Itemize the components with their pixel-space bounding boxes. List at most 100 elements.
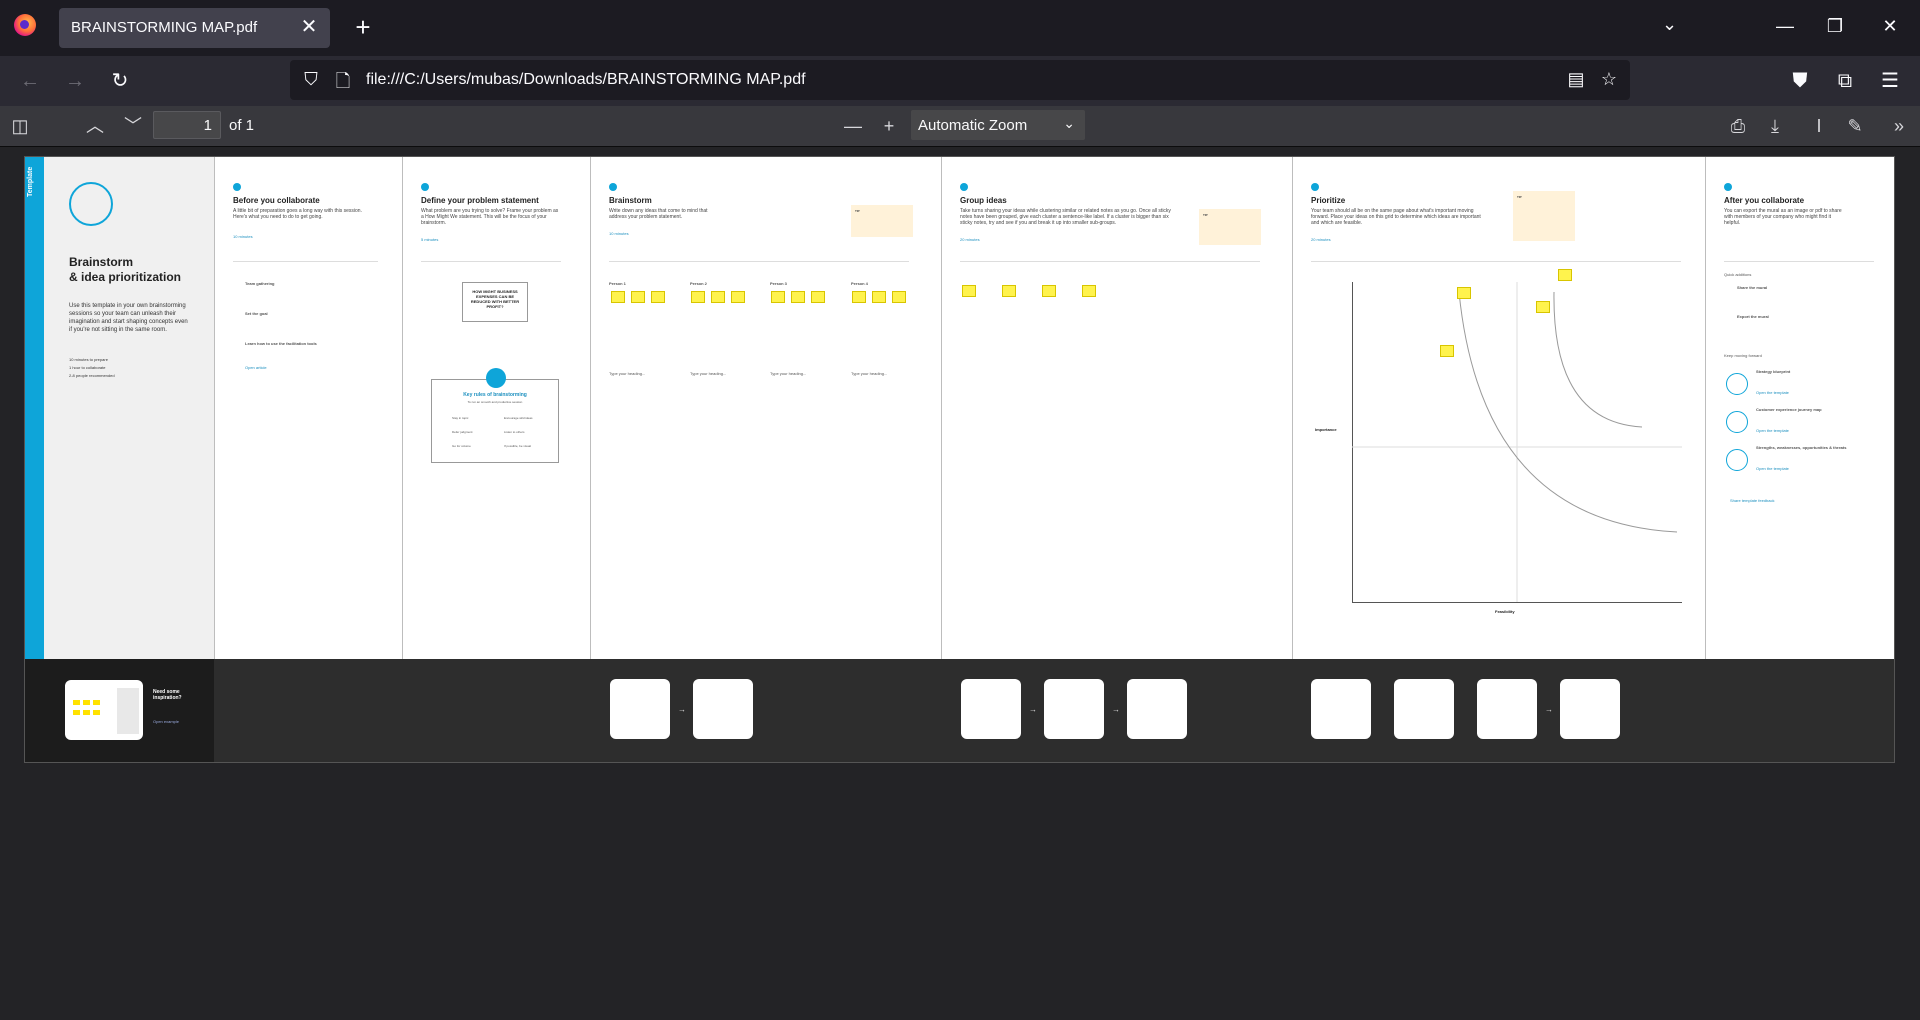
open-template-link[interactable]: Open the template [1756, 466, 1789, 471]
extensions-icon[interactable]: ⧉ [1831, 68, 1859, 94]
sticky-note [1042, 285, 1056, 297]
heading-placeholder: Type your heading... [770, 371, 807, 376]
template-icon [1726, 411, 1748, 433]
brain-icon [486, 368, 506, 388]
draw-pen-icon[interactable]: ✎ [1842, 114, 1868, 138]
importance-label: Importance [1315, 427, 1337, 432]
step-thumbnail [1311, 679, 1371, 739]
back-icon[interactable]: ← [16, 68, 44, 94]
section-title: Brainstorm [609, 196, 652, 205]
step-thumbnail [1044, 679, 1104, 739]
heading-placeholder: Type your heading... [851, 371, 888, 376]
sticky-note [651, 291, 665, 303]
url-text[interactable]: file:///C:/Users/mubas/Downloads/BRAINST… [366, 71, 806, 89]
print-icon[interactable]: ⎙ [1725, 114, 1751, 138]
section-time: 10 minutes [609, 231, 629, 236]
minimize-button[interactable]: — [1765, 12, 1805, 40]
intro-meta-prep: 10 minutes to prepare [69, 357, 108, 362]
template-icon [1726, 449, 1748, 471]
reader-view-icon[interactable]: ▤ [1565, 69, 1587, 90]
zoom-in-icon[interactable]: + [876, 114, 902, 138]
separator [1311, 261, 1681, 262]
priority-curves [1352, 282, 1682, 602]
sticky-note [1002, 285, 1016, 297]
sticky-note [1082, 285, 1096, 297]
arrow-right-icon: → [1545, 705, 1553, 714]
save-icon[interactable]: ⤓ [1762, 114, 1788, 138]
section-description: Your team should all be on the same page… [1311, 208, 1481, 226]
person-label: Person 1 [609, 281, 626, 286]
intro-title: Brainstorm & idea prioritization [69, 255, 199, 285]
tip-label: TIP [855, 209, 860, 213]
tools-overflow-icon[interactable]: » [1886, 114, 1912, 138]
step-thumbnail [1560, 679, 1620, 739]
step-label: Set the goal [245, 311, 268, 316]
step-number-icon [1311, 183, 1319, 191]
shield-icon[interactable]: ⛉ [300, 69, 322, 90]
section-description: You can export the mural as an image or … [1724, 208, 1842, 226]
arrow-right-icon: → [678, 705, 686, 714]
intro-description: Use this template in your own brainstorm… [69, 303, 188, 333]
file-icon: 🗋 [335, 71, 351, 91]
page-number-input[interactable]: 1 [153, 111, 221, 139]
section-title: After you collaborate [1724, 196, 1805, 205]
zoom-select[interactable]: Automatic Zoom ⌄ [911, 110, 1085, 140]
sticky-note [611, 291, 625, 303]
menu-icon[interactable]: ☰ [1876, 68, 1904, 94]
template-item: Customer experience journey map [1756, 407, 1822, 412]
person-label: Person 3 [770, 281, 787, 286]
keep-moving-label: Keep moving forward [1724, 353, 1762, 358]
tip-box: TIP [1513, 191, 1575, 241]
step-label: Team gathering [245, 281, 275, 286]
open-article-link[interactable]: Open article [245, 365, 267, 370]
address-bar[interactable]: ⛉ 🗋 file:///C:/Users/mubas/Downloads/BRA… [290, 60, 1630, 100]
accent-strip: Template [25, 157, 44, 659]
firefox-logo-icon [14, 14, 36, 36]
open-template-link[interactable]: Open the template [1756, 390, 1789, 395]
tip-box: TIP [1199, 209, 1261, 245]
previous-page-icon[interactable]: ︿ [82, 114, 108, 138]
rule-item: Go for volume [452, 444, 471, 448]
section-time: 5 minutes [421, 237, 439, 242]
reload-icon[interactable]: ↻ [106, 68, 134, 94]
zoom-value: Automatic Zoom [918, 117, 1028, 134]
zoom-out-icon[interactable]: — [840, 114, 866, 138]
sticky-note [1536, 301, 1550, 313]
step-thumbnail [961, 679, 1021, 739]
list-all-tabs-icon[interactable]: ⌄ [1662, 14, 1677, 35]
forward-icon[interactable]: → [61, 68, 89, 94]
intro-meta-people: 2-8 people recommended [69, 373, 115, 378]
sticky-note [1558, 269, 1572, 281]
restore-button[interactable]: ❐ [1815, 12, 1855, 40]
new-tab-button[interactable]: + [350, 12, 376, 42]
problem-statement-card: HOW MIGHT BUSINESS EXPENSES CAN BE REDUC… [462, 282, 528, 322]
step-number-icon [960, 183, 968, 191]
tip-box: TIP [851, 205, 913, 237]
feasibility-label: Feasibility [1495, 609, 1515, 614]
tab-active[interactable]: BRAINSTORMING MAP.pdf ✕ [59, 8, 330, 48]
sticky-note [1457, 287, 1471, 299]
share-feedback-link[interactable]: Share template feedback [1730, 498, 1774, 503]
arrow-right-icon: → [1029, 705, 1037, 714]
separator [609, 261, 909, 262]
rules-card: Key rules of brainstorming To run an smo… [431, 368, 559, 463]
rule-item: Stay in topic [452, 416, 469, 420]
sidebar-toggle-icon[interactable]: ◫ [7, 114, 33, 138]
step-number-icon [1724, 183, 1732, 191]
open-template-link[interactable]: Open the template [1756, 428, 1789, 433]
open-example-button[interactable]: Open example [153, 719, 179, 724]
pdf-page[interactable]: Template Brainstorm & idea prioritizatio… [25, 157, 1894, 762]
inspiration-label: Need some inspiration? [153, 689, 182, 701]
next-page-icon[interactable]: ﹀ [120, 114, 146, 138]
pocket-icon[interactable]: ⛊ [1786, 68, 1814, 94]
close-tab-icon[interactable]: ✕ [298, 15, 320, 39]
bookmark-star-icon[interactable]: ☆ [1598, 69, 1620, 90]
section-title: Prioritize [1311, 196, 1346, 205]
rule-item: If possible, be visual [504, 444, 532, 448]
tab-title: BRAINSTORMING MAP.pdf [71, 19, 258, 36]
section-description: A little bit of preparation goes a long … [233, 208, 362, 220]
text-cursor-icon[interactable]: I [1806, 114, 1832, 138]
close-window-button[interactable]: ✕ [1870, 12, 1910, 40]
arrow-right-icon: → [1112, 705, 1120, 714]
section-description: Write down any ideas that come to mind t… [609, 208, 708, 220]
